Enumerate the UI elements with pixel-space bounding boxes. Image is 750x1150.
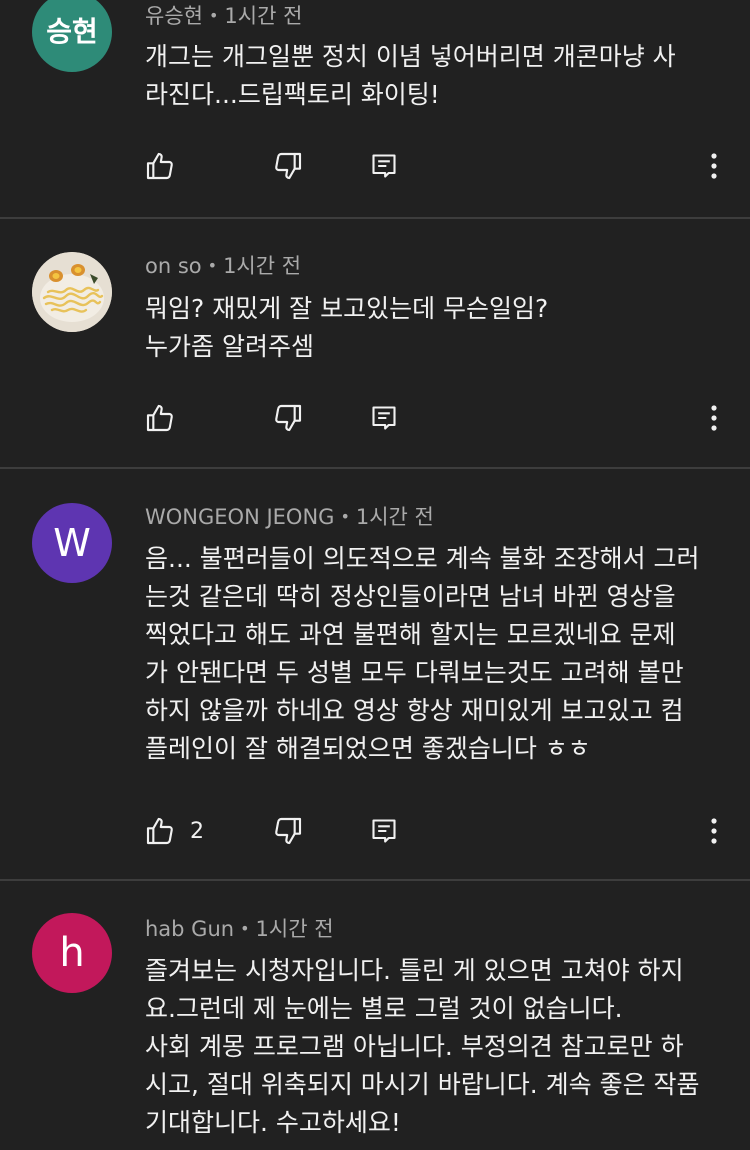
avatar-initial: 승현 — [46, 15, 98, 48]
meta-separator: • — [340, 507, 350, 526]
comment-time[interactable]: 1시간 전 — [256, 917, 334, 941]
reply-icon — [372, 406, 396, 430]
thumbs-down-icon — [275, 817, 302, 845]
dislike-button[interactable] — [272, 398, 304, 438]
comment-meta: 유승현 • 1시간 전 — [145, 2, 302, 32]
comment-line: 개그는 개그일뿐 정치 이념 넣어버리면 개콘마냥 사 — [145, 42, 676, 71]
comment-line: 시고, 절대 위축되지 마시기 바랍니다. 계속 좋은 작품 — [145, 1070, 700, 1099]
avatar-initial: W — [53, 521, 91, 565]
comment-meta: hab Gun • 1시간 전 — [145, 915, 334, 945]
meta-separator: • — [207, 256, 218, 275]
comment-text: 뭐임? 재밌게 잘 보고있는데 무슨일임? 누가좀 알려주셈 — [145, 290, 725, 366]
comment-meta: on so • 1시간 전 — [145, 252, 301, 282]
avatar[interactable]: 승현 — [32, 0, 112, 72]
comment-line: 음... 불편러들이 의도적으로 계속 불화 조장해서 그러 — [145, 544, 700, 573]
comment-time[interactable]: 1시간 전 — [224, 4, 302, 28]
comment-line: 하지 않을까 하네요 영상 항상 재미있게 보고있고 컴 — [145, 696, 684, 725]
more-options-button[interactable] — [702, 811, 726, 851]
comment-line: 뭐임? 재밌게 잘 보고있는데 무슨일임? — [145, 294, 549, 323]
more-options-button[interactable] — [702, 398, 726, 438]
comment-actions — [0, 398, 750, 438]
comment-text: 즐겨보는 시청자입니다. 틀린 게 있으면 고쳐야 하지 요.그런데 제 눈에는… — [145, 952, 725, 1142]
reply-button[interactable] — [370, 146, 398, 186]
comment-line: 기대합니다. 수고하세요! — [145, 1108, 401, 1137]
comment-line: 가 안됀다면 두 성별 모두 다뤄보는것도 고려해 볼만 — [145, 658, 684, 687]
avatar[interactable]: W — [32, 503, 112, 583]
more-vert-icon — [711, 818, 717, 844]
reply-button[interactable] — [370, 811, 398, 851]
more-vert-icon — [711, 405, 717, 431]
comment-line: 는것 같은데 딱히 정상인들이라면 남녀 바뀐 영상을 — [145, 582, 676, 611]
thumbs-up-icon — [146, 404, 173, 432]
comment-line: 즐겨보는 시청자입니다. 틀린 게 있으면 고쳐야 하지 — [145, 956, 684, 985]
comment-line: 누가좀 알려주셈 — [145, 332, 314, 361]
avatar[interactable]: h — [32, 913, 112, 993]
more-options-button[interactable] — [702, 146, 726, 186]
avatar[interactable] — [32, 252, 112, 332]
comment-line: 요.그런데 제 눈에는 별로 그럴 것이 없습니다. — [145, 994, 623, 1023]
meta-separator: • — [240, 919, 250, 938]
dislike-button[interactable] — [272, 146, 304, 186]
comment-time[interactable]: 1시간 전 — [223, 254, 301, 278]
thumbs-up-icon — [146, 152, 173, 180]
thumbs-down-icon — [275, 404, 302, 432]
divider — [0, 467, 750, 469]
divider — [0, 879, 750, 881]
like-count: 2 — [190, 818, 204, 844]
avatar-initial: h — [59, 930, 85, 976]
comment-text: 음... 불편러들이 의도적으로 계속 불화 조장해서 그러 는것 같은데 딱히… — [145, 540, 725, 768]
comment-time[interactable]: 1시간 전 — [356, 505, 434, 529]
dislike-button[interactable] — [272, 811, 304, 851]
comment-line: 플레인이 잘 해결되었으면 좋겠습니다 ㅎㅎ — [145, 734, 591, 763]
comment-line: 라진다...드립팩토리 화이팅! — [145, 80, 440, 109]
reply-icon — [372, 154, 396, 178]
comment-author[interactable]: 유승현 — [145, 4, 203, 28]
meta-separator: • — [208, 6, 219, 25]
like-button[interactable]: 2 — [144, 811, 204, 851]
more-vert-icon — [711, 153, 717, 179]
comment-line: 찍었다고 해도 과연 불편해 할지는 모르겠네요 문제 — [145, 620, 676, 649]
reply-button[interactable] — [370, 398, 398, 438]
comments-page: 승현 유승현 • 1시간 전 개그는 개그일뿐 정치 이념 넣어버리면 개콘마냥 사… — [0, 0, 750, 1150]
comment-author[interactable]: WONGEON JEONG — [145, 505, 334, 529]
divider — [0, 217, 750, 219]
like-button[interactable] — [144, 398, 176, 438]
noodle-bowl-photo — [32, 252, 112, 332]
thumbs-up-icon — [146, 817, 173, 845]
comment-author[interactable]: hab Gun — [145, 917, 234, 941]
comment-meta: WONGEON JEONG • 1시간 전 — [145, 503, 434, 533]
comment-line: 사회 계몽 프로그램 아닙니다. 부정의견 참고로만 하 — [145, 1032, 684, 1061]
comment-text: 개그는 개그일뿐 정치 이념 넣어버리면 개콘마냥 사 라진다...드립팩토리 … — [145, 38, 725, 114]
reply-icon — [372, 819, 396, 843]
comment-actions: 2 — [0, 811, 750, 851]
comment-author[interactable]: on so — [145, 254, 202, 278]
thumbs-down-icon — [275, 152, 302, 180]
like-button[interactable] — [144, 146, 176, 186]
comment-actions — [0, 146, 750, 186]
